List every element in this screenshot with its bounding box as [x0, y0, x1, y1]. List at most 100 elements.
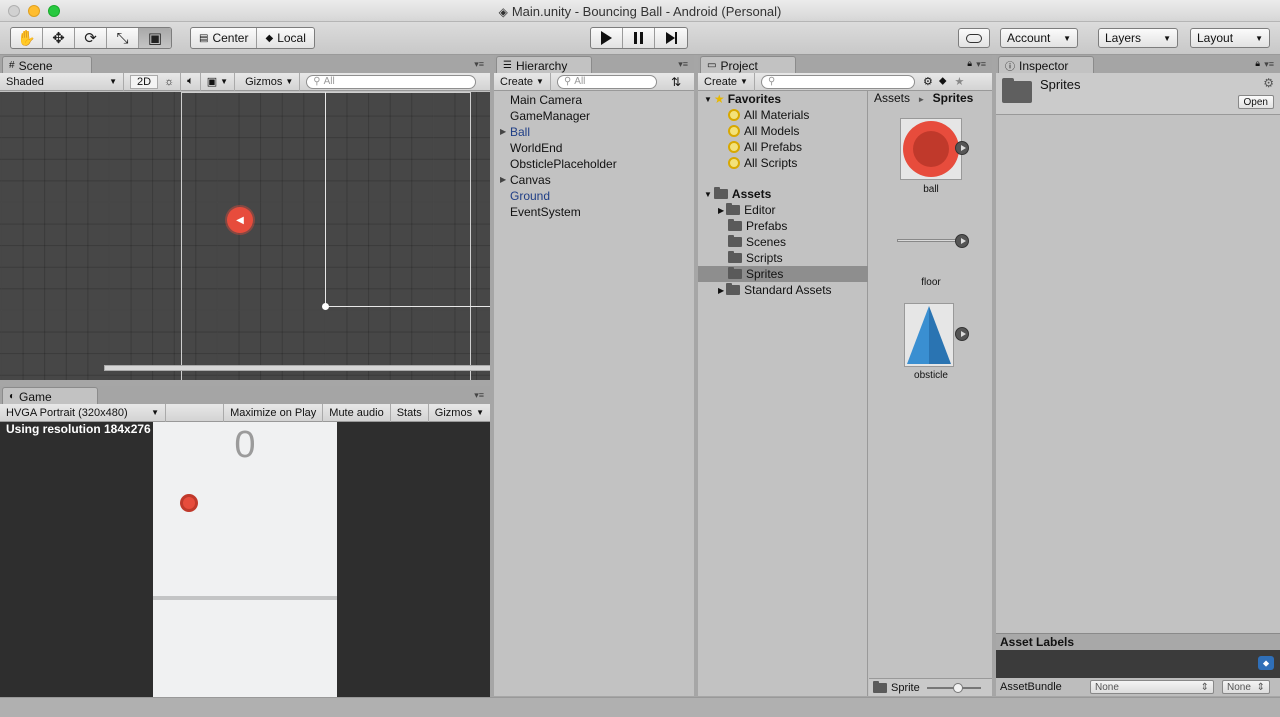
- layers-dropdown[interactable]: Layers ▼: [1098, 28, 1178, 48]
- panel-menu-icon[interactable]: ▾≡: [1264, 59, 1274, 70]
- folder-scripts[interactable]: Scripts: [698, 250, 868, 266]
- open-button[interactable]: Open: [1237, 95, 1274, 109]
- expand-triangle-icon[interactable]: ▶: [718, 286, 724, 295]
- panel-menu-icon[interactable]: ▾≡: [678, 59, 688, 70]
- expand-sprite-icon[interactable]: [955, 141, 969, 155]
- folder-icon: [726, 203, 741, 215]
- hierarchy-item-ball[interactable]: Ball: [510, 125, 530, 139]
- scene-panel: # Scene ▾≡ Shaded ▼ 2D ☼ 🔈︎ ▣ ▼ Gizmos ▼ ⚲ A…: [0, 55, 490, 380]
- favorite-all-materials[interactable]: All Materials: [698, 107, 868, 123]
- favorites-header[interactable]: ▼ ★ Favorites: [698, 91, 868, 107]
- lock-icon[interactable]: 🔒︎: [1255, 58, 1260, 69]
- folder-icon: [873, 680, 887, 693]
- favorite-all-prefabs[interactable]: All Prefabs: [698, 139, 868, 155]
- pause-button[interactable]: [623, 28, 655, 48]
- shading-mode-dropdown[interactable]: Shaded ▼: [0, 72, 124, 91]
- layout-dropdown[interactable]: Layout ▼: [1190, 28, 1270, 48]
- settings-gear-icon[interactable]: ⚙: [1263, 76, 1274, 90]
- breadcrumb-sprites[interactable]: Sprites: [933, 91, 974, 105]
- expand-triangle-icon[interactable]: ▶: [718, 206, 724, 215]
- cloud-button[interactable]: [958, 28, 990, 48]
- game-viewport[interactable]: Using resolution 184x276 0: [0, 422, 490, 698]
- audio-toggle[interactable]: 🔈︎: [181, 72, 201, 91]
- rect-tool-icon[interactable]: ▣: [139, 28, 171, 48]
- tab-inspector[interactable]: ⓘ Inspector: [998, 56, 1094, 73]
- ground-sprite[interactable]: [104, 365, 490, 371]
- tab-game[interactable]: ◐ Game: [2, 387, 98, 404]
- panel-menu-icon[interactable]: ▾≡: [474, 390, 484, 401]
- tab-scene[interactable]: # Scene: [2, 56, 92, 73]
- lock-icon[interactable]: 🔒︎: [967, 58, 972, 69]
- tab-project[interactable]: ▭ Project: [700, 56, 796, 73]
- expand-sprite-icon[interactable]: [955, 234, 969, 248]
- folder-editor[interactable]: ▶ Editor: [698, 202, 868, 218]
- expand-sprite-icon[interactable]: [955, 327, 969, 341]
- folder-label: Editor: [744, 203, 776, 217]
- asset-floor-thumb[interactable]: [897, 239, 961, 242]
- hierarchy-create-dropdown[interactable]: Create ▼: [494, 72, 551, 91]
- aspect-dropdown[interactable]: HVGA Portrait (320x480) ▼: [0, 403, 166, 422]
- expand-triangle-icon[interactable]: ▶: [500, 127, 506, 136]
- expand-triangle-icon[interactable]: ▶: [500, 175, 506, 184]
- pivot-center-button[interactable]: ▤ Center: [191, 28, 258, 48]
- hierarchy-item-ground[interactable]: Ground: [510, 189, 550, 203]
- panel-menu-icon[interactable]: ▾≡: [474, 59, 484, 70]
- step-button[interactable]: [655, 28, 687, 48]
- folder-standard-assets[interactable]: ▶ Standard Assets: [698, 282, 868, 298]
- favorite-all-models[interactable]: All Models: [698, 123, 868, 139]
- ball-sprite[interactable]: ◀: [227, 207, 253, 233]
- mute-audio-toggle[interactable]: Mute audio: [323, 403, 391, 422]
- play-icon: [601, 31, 612, 45]
- slider-thumb[interactable]: [953, 682, 963, 693]
- hierarchy-item-worldend[interactable]: WorldEnd: [510, 141, 562, 155]
- hierarchy-item-canvas[interactable]: Canvas: [510, 173, 551, 187]
- folder-scenes[interactable]: Scenes: [698, 234, 868, 250]
- folder-prefabs[interactable]: Prefabs: [698, 218, 868, 234]
- breadcrumb-assets[interactable]: Assets: [874, 91, 910, 105]
- assetbundle-variant-dropdown[interactable]: None ⇕: [1222, 680, 1270, 694]
- lighting-toggle[interactable]: ☼: [158, 72, 182, 91]
- hierarchy-item-obsticleplaceholder[interactable]: ObsticlePlaceholder: [510, 157, 617, 171]
- scale-tool-icon[interactable]: ⤡: [107, 28, 139, 48]
- assetbundle-name-dropdown[interactable]: None ⇕: [1090, 680, 1214, 694]
- game-gizmos-dropdown[interactable]: Gizmos ▼: [429, 404, 490, 422]
- 2d-toggle[interactable]: 2D: [130, 74, 159, 89]
- scene-viewport[interactable]: ◀: [0, 92, 490, 380]
- favorite-all-scripts[interactable]: All Scripts: [698, 155, 868, 171]
- game-screen[interactable]: 0: [153, 422, 337, 698]
- hierarchy-item-main-camera[interactable]: Main Camera: [510, 93, 582, 107]
- panel-menu-icon[interactable]: ▾≡: [976, 59, 986, 70]
- pivot-local-button[interactable]: ◆ Local: [257, 28, 313, 48]
- asset-obsticle-thumb[interactable]: [904, 303, 954, 367]
- account-dropdown[interactable]: Account ▼: [1000, 28, 1078, 48]
- sort-icon[interactable]: ⇅: [671, 75, 681, 89]
- pivot-handle[interactable]: [322, 303, 329, 310]
- maximize-on-play-toggle[interactable]: Maximize on Play: [223, 403, 324, 422]
- rotate-tool-icon[interactable]: ⟳: [75, 28, 107, 48]
- play-button[interactable]: [591, 28, 623, 48]
- hierarchy-item-gamemanager[interactable]: GameManager: [510, 109, 590, 123]
- scene-gizmos-dropdown[interactable]: Gizmos ▼: [239, 72, 301, 91]
- project-create-dropdown[interactable]: Create ▼: [698, 72, 755, 91]
- folder-sprites[interactable]: Sprites: [698, 266, 868, 282]
- collapse-triangle-icon[interactable]: ▼: [704, 95, 712, 104]
- filter-type-icon[interactable]: ⚙: [923, 75, 933, 88]
- stats-toggle[interactable]: Stats: [391, 403, 429, 422]
- hand-tool-icon[interactable]: ✋: [11, 28, 43, 48]
- effects-dropdown[interactable]: ▣ ▼: [201, 72, 236, 91]
- tag-icon[interactable]: ⬥: [1258, 656, 1274, 670]
- thumbnail-size-slider[interactable]: [927, 682, 981, 693]
- layers-label: Layers: [1105, 31, 1142, 45]
- move-tool-icon[interactable]: ✥: [43, 28, 75, 48]
- filter-label-icon[interactable]: ⬥: [939, 75, 947, 88]
- scene-search-input[interactable]: ⚲ All: [306, 74, 477, 89]
- project-search-input[interactable]: ⚲: [760, 74, 915, 89]
- favorite-star-icon[interactable]: ★: [955, 75, 965, 88]
- asset-ball-thumb[interactable]: [900, 118, 962, 180]
- assets-header[interactable]: ▼ Assets: [698, 186, 868, 202]
- tab-hierarchy[interactable]: ☰ Hierarchy: [496, 56, 592, 73]
- collapse-triangle-icon[interactable]: ▼: [704, 190, 712, 199]
- breadcrumb-separator-icon: ►: [917, 95, 926, 104]
- hierarchy-search-input[interactable]: ⚲ All: [556, 74, 657, 89]
- hierarchy-item-eventsystem[interactable]: EventSystem: [510, 205, 581, 219]
